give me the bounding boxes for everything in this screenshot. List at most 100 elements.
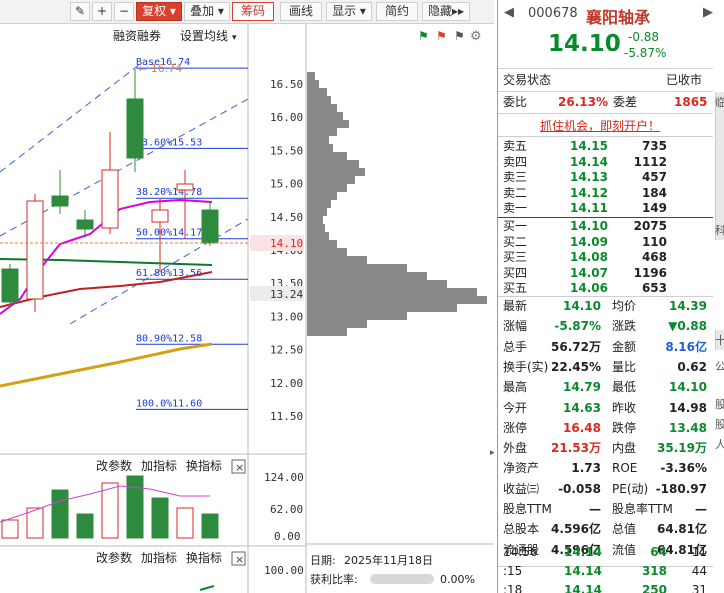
set-ma-link[interactable]: 设置均线 bbox=[180, 29, 228, 43]
fuquan-label: 复权 bbox=[142, 4, 167, 18]
chip-bar bbox=[307, 312, 407, 320]
candle-body bbox=[101, 169, 119, 229]
orderbook-price: 14.14 bbox=[570, 154, 608, 169]
fib-price: 14.17 bbox=[172, 228, 202, 239]
sub1-axis-top: 124.00 bbox=[264, 471, 304, 484]
chip-bar bbox=[307, 248, 347, 256]
sub2-gcs-link[interactable]: 改参数 bbox=[96, 550, 132, 565]
stat-value: 14.10 bbox=[669, 380, 707, 395]
orderbook-label: 卖四 bbox=[503, 154, 528, 169]
prev-stock-button[interactable]: ◀ bbox=[504, 5, 514, 20]
stats-row: 最新 14.10 均价 14.39 bbox=[498, 298, 713, 315]
price-axis-label: 16.00 bbox=[270, 111, 303, 124]
status-label: 交易状态 bbox=[503, 73, 552, 87]
chevron-down-icon: ▾ bbox=[356, 4, 366, 18]
diejia-button[interactable]: 叠加 ▾ bbox=[184, 2, 230, 21]
stat-label: 换手(实) bbox=[503, 359, 549, 374]
stat-value: -3.36% bbox=[660, 461, 707, 476]
settings-gear-icon[interactable]: ⚙ bbox=[470, 29, 482, 44]
stats-row: 今开 14.63 昨收 14.98 bbox=[498, 400, 713, 417]
stat-label: 最新 bbox=[503, 299, 528, 313]
stats-row: 总手 56.72万 金额 8.16亿 bbox=[498, 339, 713, 356]
tick-row: :18 14.14 250 31 bbox=[498, 582, 713, 593]
huaxian-button[interactable]: 画线 bbox=[280, 2, 322, 21]
stat-label: 量比 bbox=[612, 359, 637, 374]
chip-bar bbox=[307, 200, 331, 208]
sub1-switch-indicator-link[interactable]: 换指标 bbox=[186, 458, 222, 473]
chip-bar bbox=[307, 112, 343, 120]
orderbook-row: 卖三 14.13 457 bbox=[498, 169, 713, 186]
chip-bar bbox=[307, 88, 327, 96]
chip-bar bbox=[307, 72, 315, 80]
orderbook-row: 买三 14.08 468 bbox=[498, 249, 713, 266]
zoom-out-button[interactable]: − bbox=[114, 2, 134, 21]
sub2-add-indicator-link[interactable]: 加指标 bbox=[141, 550, 177, 565]
quote-panel: ◀ 000678 襄阳轴承 ▶ 14.10 -0.88 -5.87% 交易状态 … bbox=[497, 0, 724, 593]
side-tab-label: 临 bbox=[715, 96, 724, 109]
sub1-gcs-link[interactable]: 改参数 bbox=[96, 458, 132, 473]
double-chevron-right-icon: ▸▸ bbox=[451, 4, 465, 18]
stat-label: 最高 bbox=[503, 380, 528, 395]
price-axis-label: 14.50 bbox=[270, 211, 303, 224]
weibi-value: 26.13% bbox=[558, 95, 608, 109]
chip-bar bbox=[307, 256, 367, 264]
side-tab-strip[interactable] bbox=[715, 92, 724, 220]
tick-count: 44 bbox=[691, 564, 707, 578]
chip-bar bbox=[307, 272, 427, 280]
orderbook-volume: 468 bbox=[641, 250, 667, 265]
chip-bar bbox=[307, 232, 329, 240]
fib-price: 15.53 bbox=[172, 137, 202, 148]
sub2-switch-indicator-link[interactable]: 换指标 bbox=[186, 550, 222, 565]
flag-icon[interactable]: ⚑ bbox=[418, 29, 429, 43]
stock-name: 襄阳轴承 bbox=[586, 8, 651, 27]
chip-bar bbox=[307, 280, 447, 288]
stat-label: 股息率TTM bbox=[612, 502, 673, 516]
chip-bar bbox=[307, 136, 329, 144]
fuquan-button[interactable]: 复权 ▾ bbox=[136, 2, 182, 21]
fib-price: 12.58 bbox=[172, 333, 202, 344]
fib-pct: 38.20% bbox=[136, 187, 172, 198]
rzrq-link[interactable]: 融资融券 bbox=[113, 28, 161, 43]
price-axis-label: 15.00 bbox=[270, 178, 303, 191]
flag-gray-icon[interactable]: ⚑ bbox=[454, 29, 465, 43]
xianshi-button[interactable]: 显示 ▾ bbox=[326, 2, 372, 21]
kline-chart[interactable]: 融资融券 设置均线 ▾ ⚑ ⚑ ⚑ ⚙ 16.50 16.00 15.50 15.00… bbox=[0, 24, 494, 593]
stat-label: 总手 bbox=[503, 339, 528, 354]
current-price-tag: 14.10 bbox=[270, 237, 303, 250]
stat-label: 收益㈢ bbox=[503, 481, 540, 496]
chip-date-value: 2025年11月18日 bbox=[344, 553, 433, 567]
stat-label: 金额 bbox=[612, 339, 637, 354]
stat-label: 均价 bbox=[612, 299, 637, 313]
chip-bar bbox=[307, 128, 337, 136]
chevron-down-icon: ▾ bbox=[214, 4, 224, 18]
candle-body bbox=[176, 183, 194, 191]
stat-label: 涨幅 bbox=[503, 319, 528, 334]
yincang-button[interactable]: 隐藏▸▸ bbox=[422, 2, 470, 21]
flag-red-icon[interactable]: ⚑ bbox=[436, 29, 447, 43]
panel-collapse-handle[interactable]: ▸ bbox=[490, 448, 496, 466]
candle-body bbox=[201, 209, 219, 244]
edit-icon[interactable]: ✎ bbox=[70, 2, 90, 21]
sub1-axis-bottom: 0.00 bbox=[274, 530, 301, 543]
zoom-in-button[interactable]: + bbox=[92, 2, 112, 21]
candle-body bbox=[51, 195, 69, 207]
price-axis-label: 15.50 bbox=[270, 144, 303, 157]
tick-count: 11 bbox=[691, 545, 707, 559]
stat-value: 56.72万 bbox=[551, 339, 601, 354]
chart-toolbar: ✎ + − 复权 ▾ 叠加 ▾ 筹码 画线 显示 ▾ 简约 隐藏▸▸ bbox=[0, 0, 494, 24]
jianyue-button[interactable]: 简约 bbox=[376, 2, 418, 21]
open-account-promo-link[interactable]: 抓住机会，即刻开户！ bbox=[540, 117, 660, 134]
weibi-label: 委比 bbox=[503, 95, 528, 109]
next-stock-button[interactable]: ▶ bbox=[703, 5, 713, 20]
stat-value: 1.73 bbox=[571, 461, 601, 476]
chip-distribution bbox=[307, 72, 487, 336]
stat-value: -0.058 bbox=[558, 481, 601, 496]
stat-value: 0.62 bbox=[677, 359, 707, 374]
orderbook-label: 卖五 bbox=[503, 139, 528, 153]
sub1-add-indicator-link[interactable]: 加指标 bbox=[141, 458, 177, 473]
orderbook-row: 卖二 14.12 184 bbox=[498, 185, 713, 202]
chouma-button[interactable]: 筹码 bbox=[232, 2, 274, 21]
orderbook-row: 买一 14.10 2075 bbox=[498, 218, 713, 235]
stat-value: 22.45% bbox=[551, 359, 601, 374]
price-axis-label: 12.50 bbox=[270, 344, 303, 357]
